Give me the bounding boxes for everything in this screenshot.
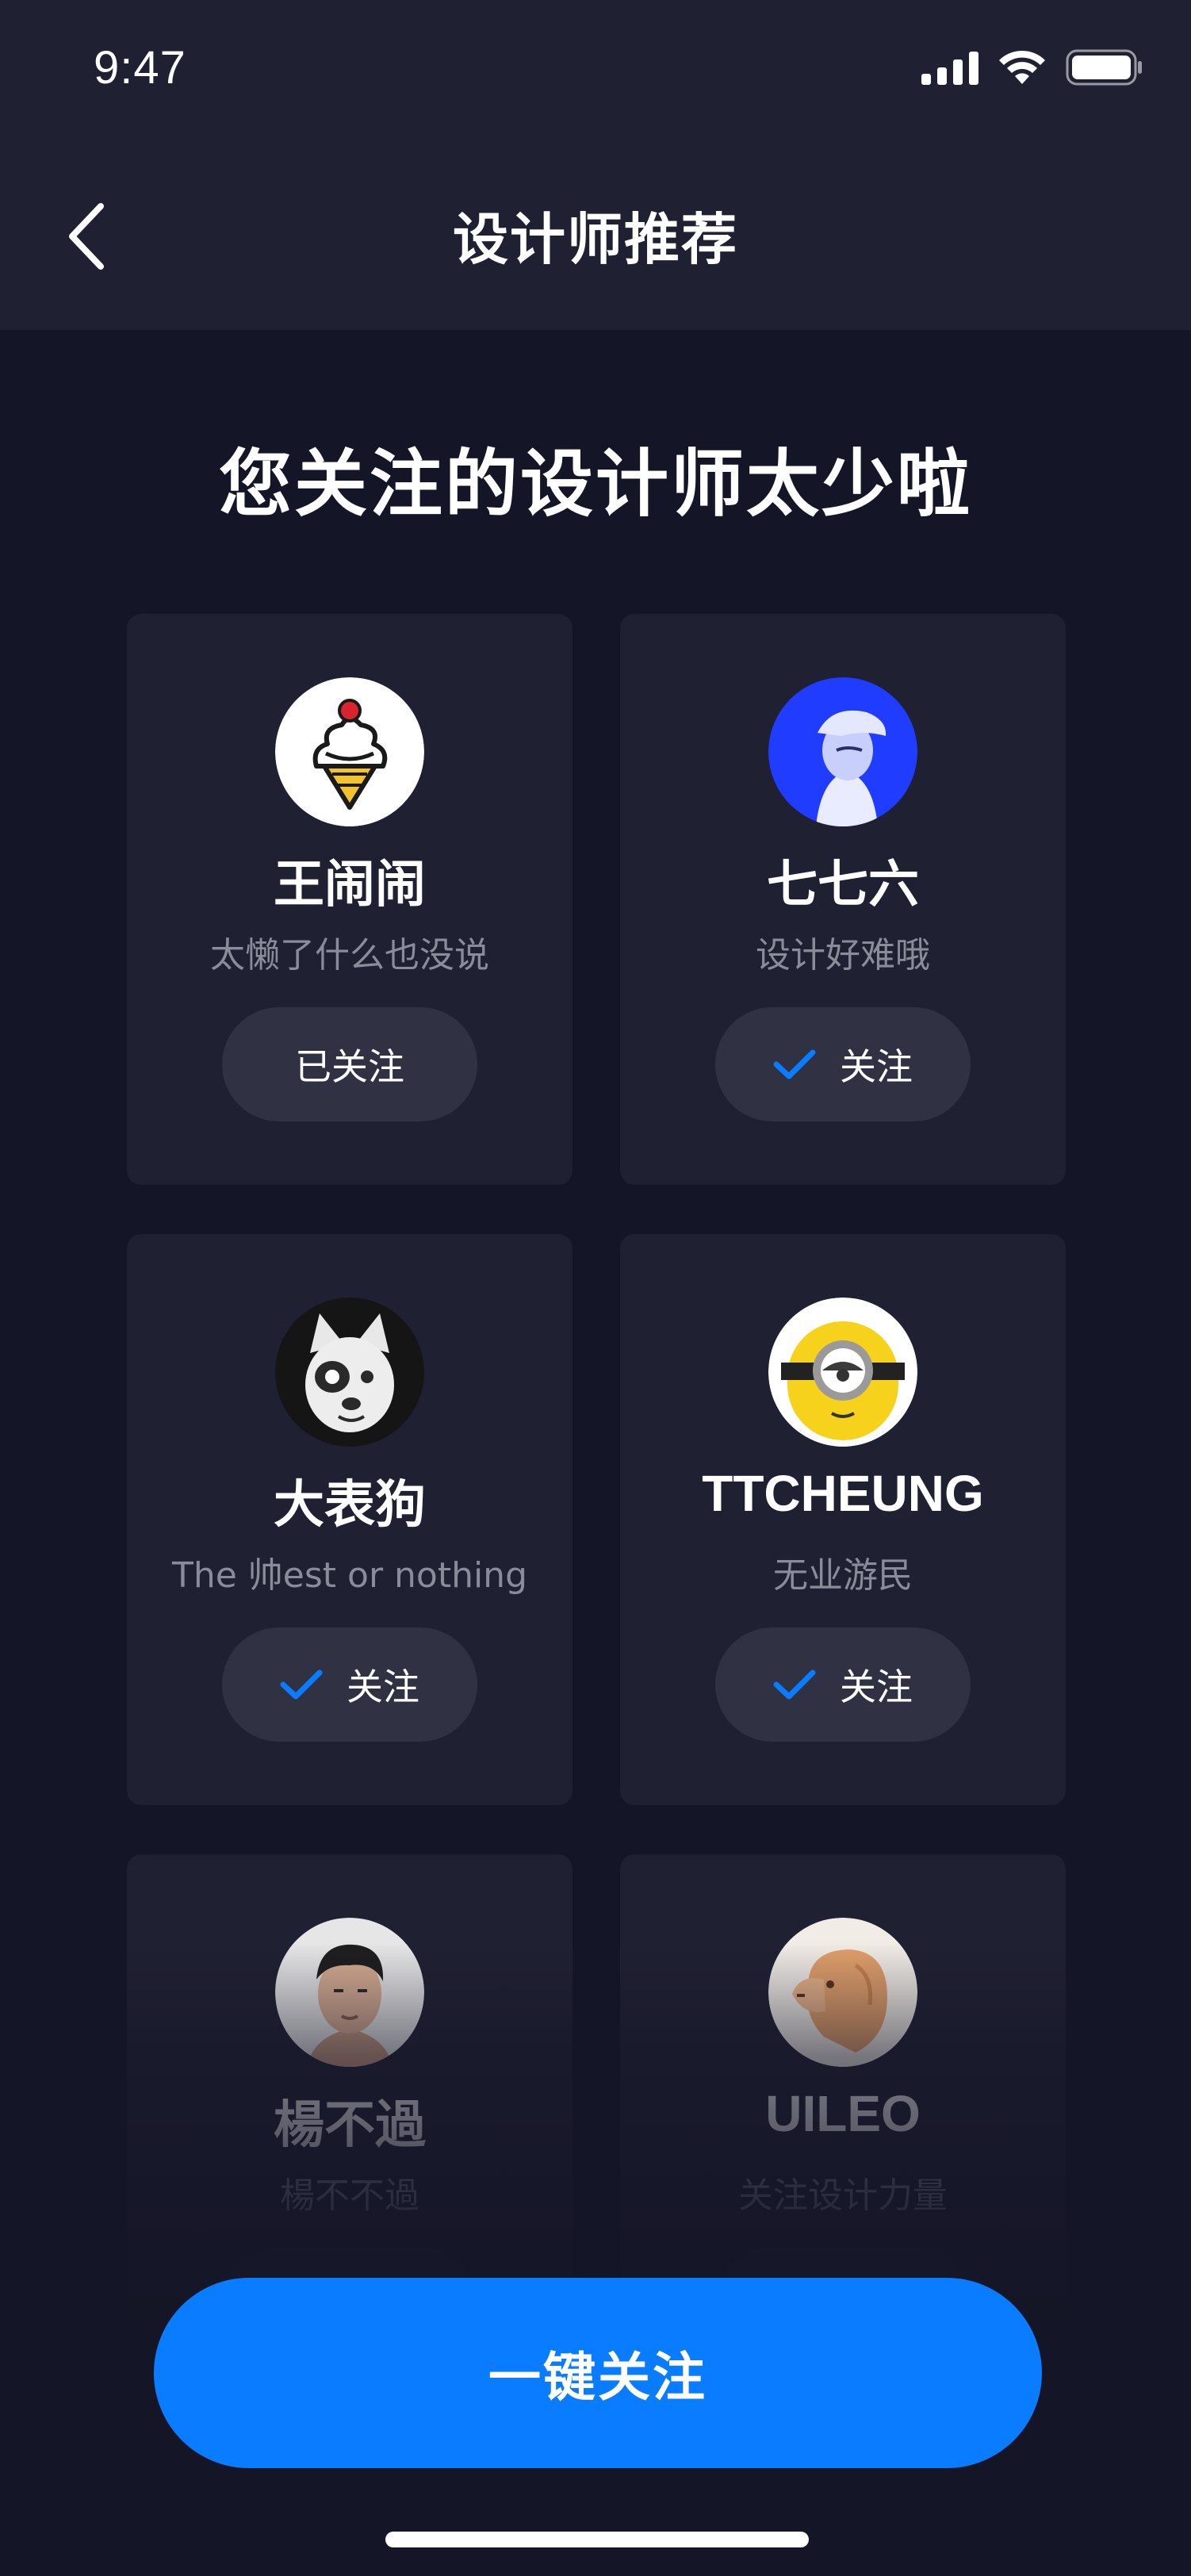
designer-bio: The 帅est or nothing — [171, 1555, 528, 1596]
home-indicator[interactable] — [385, 2532, 809, 2547]
man-portrait-avatar[interactable] — [275, 1918, 424, 2067]
designer-card: TTCHEUNG 无业游民 关注 — [620, 1234, 1066, 1805]
designer-bio: 无业游民 — [773, 1555, 913, 1596]
designer-name: UILEO — [765, 2085, 921, 2142]
follow-button-label: 关注 — [347, 1666, 419, 1708]
designer-name: 大表狗 — [274, 1476, 426, 1533]
designer-bio: 设计好难哦 — [756, 935, 930, 976]
designer-card: 大表狗 The 帅est or nothing 关注 — [127, 1234, 573, 1805]
signal-icon — [921, 52, 978, 85]
followed-button[interactable]: 已关注 — [222, 1007, 477, 1121]
follow-button-label: 已关注 — [295, 1045, 404, 1088]
designer-bio: 太懒了什么也没说 — [210, 935, 489, 976]
designer-grid: 王闹闹 太懒了什么也没说 已关注 七七六 设计好难哦 关注 大表狗 The 帅e… — [127, 614, 1066, 2425]
follow-button-label: 关注 — [840, 1045, 913, 1088]
designer-card: 王闹闹 太懒了什么也没说 已关注 — [127, 614, 573, 1185]
designer-name: 七七六 — [767, 856, 919, 913]
designer-card: 七七六 设计好难哦 关注 — [620, 614, 1066, 1185]
blue-portrait-avatar[interactable] — [768, 677, 917, 826]
follow-all-label: 一键关注 — [488, 2347, 707, 2408]
ice-cream-avatar[interactable] — [275, 677, 424, 826]
designer-name: 王闹闹 — [274, 856, 426, 913]
designer-name: TTCHEUNG — [702, 1465, 984, 1522]
page-title: 设计师推荐 — [453, 207, 738, 272]
status-icons — [921, 49, 1143, 86]
checkmark-icon — [773, 1049, 816, 1079]
wifi-icon — [999, 50, 1045, 84]
designer-name: 楊不過 — [274, 2096, 426, 2153]
headline: 您关注的设计师太少啦 — [218, 442, 972, 527]
lion-avatar[interactable] — [768, 1918, 917, 2067]
follow-button[interactable]: 关注 — [715, 1627, 971, 1742]
follow-all-button[interactable]: 一键关注 — [154, 2278, 1042, 2468]
minion-avatar[interactable] — [768, 1298, 917, 1447]
designer-recommendation-screen: 9:47 设计师推荐 您关注的设计师太少啦 王闹闹 太懒了什么也没说 已关注 七… — [0, 0, 1191, 2576]
battery-icon — [1066, 49, 1142, 86]
checkmark-icon — [773, 1669, 816, 1700]
top-bar: 9:47 设计师推荐 — [0, 0, 1191, 330]
designer-bio: 楊不不過 — [280, 2175, 419, 2216]
dog-avatar[interactable] — [275, 1298, 424, 1447]
follow-button[interactable]: 关注 — [222, 1627, 477, 1742]
follow-button[interactable]: 关注 — [715, 1007, 971, 1121]
follow-button-label: 关注 — [840, 1666, 913, 1708]
status-time: 9:47 — [94, 42, 186, 94]
designer-bio: 关注设计力量 — [738, 2175, 948, 2216]
checkmark-icon — [280, 1669, 323, 1700]
